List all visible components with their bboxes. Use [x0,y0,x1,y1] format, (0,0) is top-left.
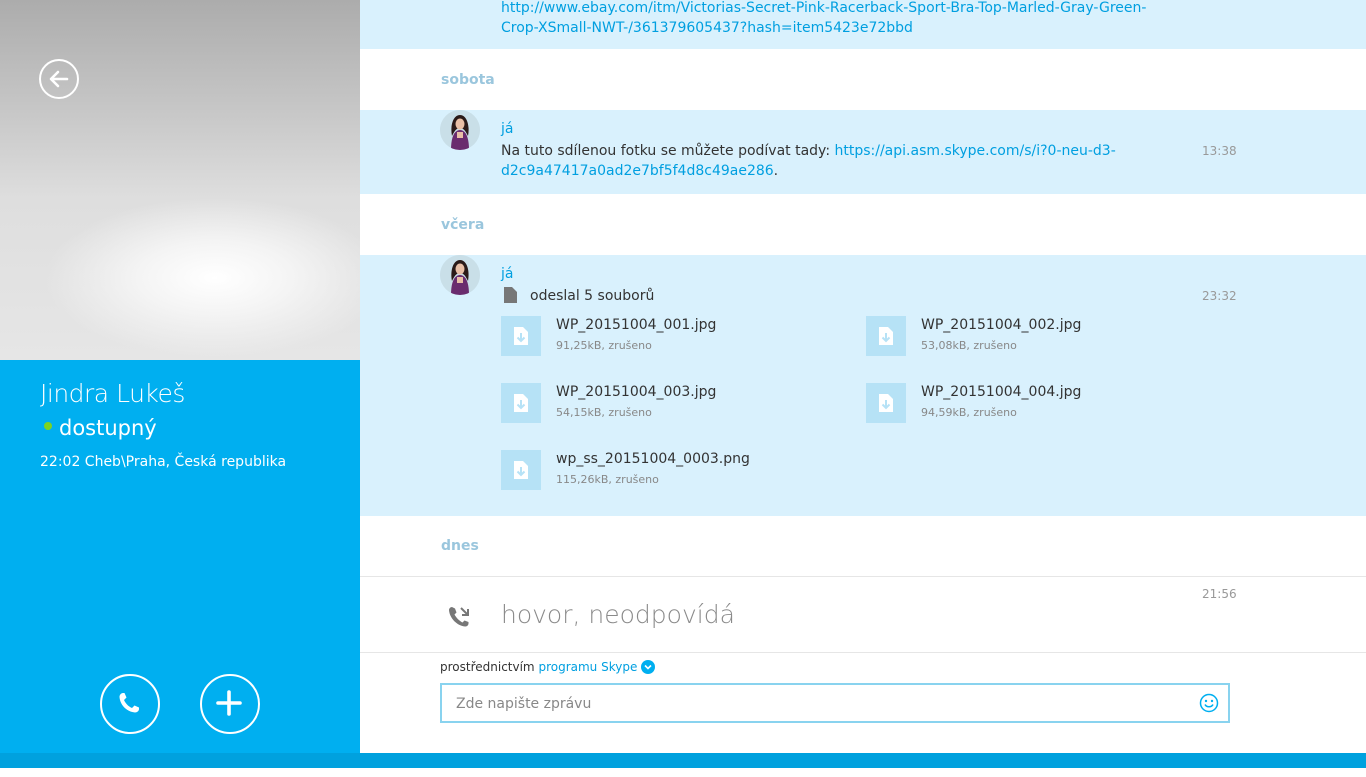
file-meta: 54,15kB, zrušeno [556,406,652,419]
contact-photo [0,0,360,360]
message-link-cont[interactable]: Crop-XSmall-NWT-/361379605437?hash=item5… [501,20,913,36]
file-meta: 53,08kB, zrušeno [921,339,1017,352]
file-meta: 115,26kB, zrušeno [556,473,659,486]
back-button[interactable] [39,59,79,99]
file-attachment[interactable]: WP_20151004_002.jpg 53,08kB, zrušeno [866,316,1166,358]
file-name: WP_20151004_001.jpg [556,317,717,333]
file-download-icon [501,316,541,356]
conversation-pane: http://www.ebay.com/itm/Victorias-Secret… [360,0,1366,753]
file-download-icon [501,383,541,423]
via-prefix: prostřednictvím [440,660,535,674]
day-separator-today: dnes [441,538,479,554]
message-input[interactable] [454,685,1188,723]
message-band: http://www.ebay.com/itm/Victorias-Secret… [360,0,1366,49]
phone-icon [119,693,139,713]
file-download-icon [866,383,906,423]
send-via-selector: prostřednictvím programu Skype [440,659,656,675]
message-text: http://www.ebay.com/itm/Victorias-Secret… [501,0,1201,38]
call-log-time: 21:56 [1202,587,1237,601]
file-name: WP_20151004_003.jpg [556,384,717,400]
file-meta: 91,25kB, zrušeno [556,339,652,352]
file-meta: 94,59kB, zrušeno [921,406,1017,419]
file-download-icon [501,450,541,490]
contact-info-panel: Jindra Lukeš dostupný 22:02 Cheb\Praha, … [0,360,360,768]
message-body-end: . [773,163,779,179]
message-body: Na tuto sdílenou fotku se můžete podívat… [501,143,835,159]
file-name: WP_20151004_004.jpg [921,384,1082,400]
file-attachment[interactable]: wp_ss_20151004_0003.png 115,26kB, zrušen… [501,450,801,492]
message-time: 23:32 [1202,289,1237,303]
emoticon-button[interactable] [1199,693,1219,717]
message-link[interactable]: http://www.ebay.com/itm/Victorias-Secret… [501,0,1146,16]
call-button[interactable] [100,674,160,734]
message-link[interactable]: https://api.asm.skype.com/s/i?0-neu-d3- [835,143,1116,159]
user-photo-icon [440,110,480,150]
contact-status: dostupný [44,416,157,440]
day-separator-yesterday: včera [441,217,485,233]
file-attachment[interactable]: WP_20151004_004.jpg 94,59kB, zrušeno [866,383,1166,425]
divider [360,576,1366,577]
file-attachment[interactable]: WP_20151004_001.jpg 91,25kB, zrušeno [501,316,801,358]
file-attachment[interactable]: WP_20151004_003.jpg 54,15kB, zrušeno [501,383,801,425]
divider [360,652,1366,653]
arrow-left-icon [49,70,69,88]
add-button[interactable] [200,674,260,734]
call-missed-icon [447,605,471,633]
message-link-cont[interactable]: d2c9a47417a0ad2e7bf5f4d8c49ae286 [501,163,774,179]
online-status-dot-icon [44,422,52,430]
contact-location: 22:02 Cheb\Praha, Česká republika [40,454,287,470]
sender-name: já [501,121,514,137]
files-summary: odeslal 5 souborů [530,288,655,304]
sender-name: já [501,266,514,282]
call-log-text: hovor, neodpovídá [501,600,735,629]
day-separator-saturday: sobota [441,72,495,88]
plus-icon [216,690,242,716]
message-band: já odeslal 5 souborů 23:32 WP_20151004_0… [360,255,1366,516]
document-icon [504,287,517,307]
file-name: wp_ss_20151004_0003.png [556,451,750,467]
file-name: WP_20151004_002.jpg [921,317,1082,333]
avatar[interactable] [440,110,480,150]
app-bar[interactable] [0,753,1366,773]
status-text: dostupný [59,416,157,440]
contact-name: Jindra Lukeš [40,379,185,408]
via-app-link[interactable]: programu Skype [538,660,637,674]
message-band: já Na tuto sdílenou fotku se můžete podí… [360,110,1366,194]
user-photo-icon [440,255,480,295]
message-composer [440,683,1230,723]
smiley-icon [1199,693,1219,713]
chevron-down-icon[interactable] [641,659,656,674]
contact-sidebar: Jindra Lukeš dostupný 22:02 Cheb\Praha, … [0,0,360,768]
file-download-icon [866,316,906,356]
avatar[interactable] [440,255,480,295]
message-text: Na tuto sdílenou fotku se můžete podívat… [501,141,1141,181]
message-time: 13:38 [1202,144,1237,158]
